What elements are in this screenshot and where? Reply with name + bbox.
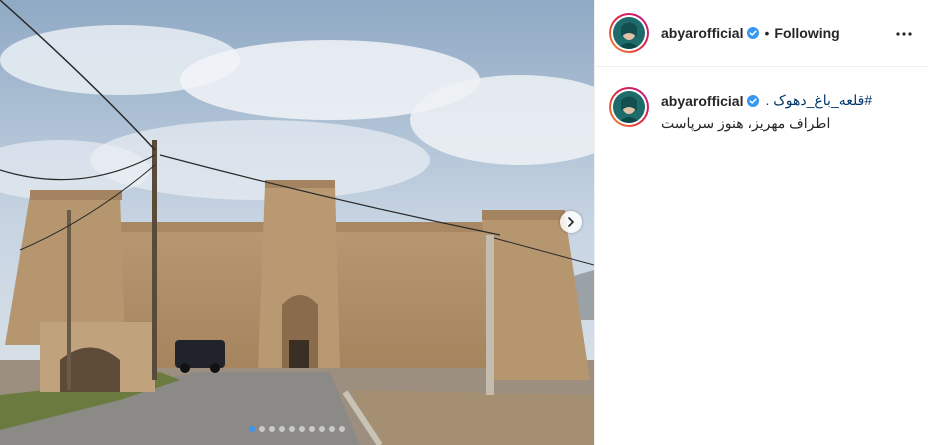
carousel-dot xyxy=(259,426,265,432)
carousel-dot xyxy=(289,426,295,432)
carousel-indicator xyxy=(0,426,594,432)
header-separator: • xyxy=(764,25,770,41)
avatar-image xyxy=(613,17,645,49)
next-slide-button[interactable] xyxy=(560,211,582,233)
carousel-dot xyxy=(279,426,285,432)
post-side-panel: abyarofficial • Following abyarofficial … xyxy=(594,0,928,445)
avatar-image xyxy=(613,91,645,123)
verified-badge-icon xyxy=(747,94,760,107)
carousel-dot xyxy=(249,426,255,432)
following-button[interactable]: Following xyxy=(774,25,839,41)
carousel-dot xyxy=(319,426,325,432)
chevron-right-icon xyxy=(568,217,575,227)
castle-photo xyxy=(0,0,594,445)
caption-comment: abyarofficial #قلعه_باغ_دهوک . اطراف مهر… xyxy=(595,67,928,132)
carousel-dot xyxy=(299,426,305,432)
caption-hashtag[interactable]: #قلعه_باغ_دهوک . xyxy=(765,92,872,109)
avatar[interactable] xyxy=(609,87,649,127)
carousel-dot xyxy=(339,426,345,432)
header-username[interactable]: abyarofficial xyxy=(661,25,743,41)
carousel-dot xyxy=(329,426,335,432)
caption-username[interactable]: abyarofficial xyxy=(661,93,743,109)
carousel-dot xyxy=(269,426,275,432)
post-photo[interactable] xyxy=(0,0,594,445)
more-options-icon[interactable] xyxy=(894,24,914,44)
caption-text: اطراف مهریز، هنوز سرپاست xyxy=(661,115,831,131)
carousel-dot xyxy=(309,426,315,432)
avatar[interactable] xyxy=(609,13,649,53)
verified-badge-icon xyxy=(747,27,760,39)
post-header: abyarofficial • Following xyxy=(595,0,928,67)
